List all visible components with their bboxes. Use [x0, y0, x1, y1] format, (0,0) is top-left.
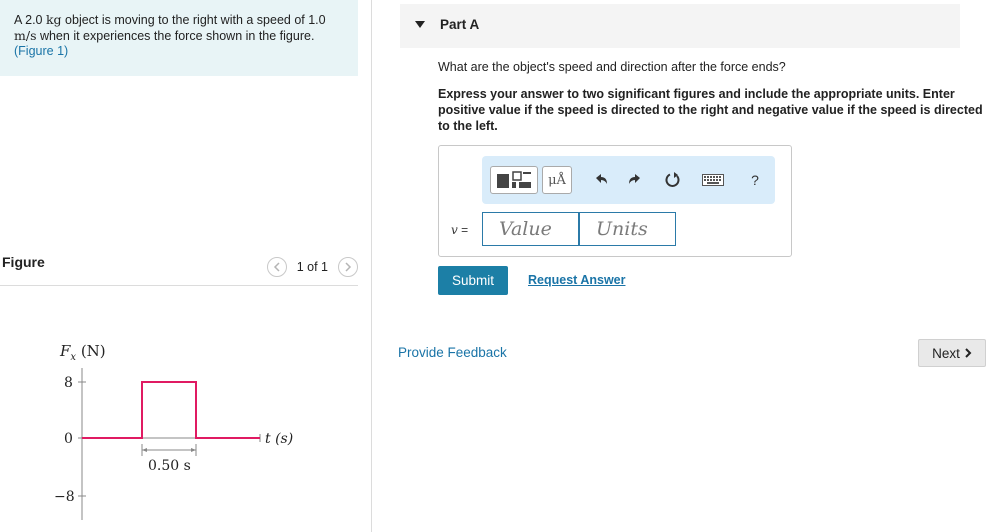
prev-figure-button[interactable] — [266, 257, 287, 277]
part-label: Part A — [440, 17, 480, 32]
reset-button[interactable] — [662, 166, 684, 194]
y-tick-label-neg8: −8 — [54, 489, 75, 505]
collapse-triangle-icon[interactable] — [415, 21, 425, 28]
figure-link[interactable]: (Figure 1) — [14, 44, 68, 58]
problem-text-mid: object is moving to the right with a spe… — [61, 13, 326, 27]
units-button[interactable]: μÅ — [542, 166, 572, 194]
instructions-text: Express your answer to two significant f… — [438, 87, 983, 133]
unit-kg: kg — [45, 12, 62, 27]
figure-header: Figure 1 of 1 — [0, 252, 358, 286]
variable-symbol: v — [451, 223, 458, 237]
chevron-left-icon — [273, 262, 280, 272]
part-a-header[interactable]: Part A — [400, 4, 960, 48]
problem-text-before: A 2.0 — [14, 13, 46, 27]
reset-icon — [665, 172, 680, 187]
undo-icon — [596, 174, 607, 184]
pager-text: 1 of 1 — [296, 260, 328, 274]
next-button[interactable]: Next — [918, 339, 986, 367]
variable-label: v = — [451, 223, 468, 237]
force-time-graph: Fx (N) 8 0 −8 t (s) 0.50 s — [54, 342, 293, 520]
provide-feedback-link[interactable]: Provide Feedback — [398, 345, 507, 360]
right-column: Part A What are the object's speed and d… — [372, 0, 1004, 532]
figure-pager: 1 of 1 — [266, 256, 358, 278]
request-answer-link[interactable]: Request Answer — [528, 273, 625, 287]
submit-button[interactable]: Submit — [438, 266, 508, 295]
templates-icon — [497, 171, 531, 188]
duration-arrow-right — [191, 448, 196, 452]
value-input[interactable] — [482, 212, 579, 246]
math-toolbar: μÅ ? — [482, 156, 775, 204]
force-pulse — [82, 381, 260, 439]
answer-box: μÅ ? v = — [438, 145, 792, 257]
y-tick-label-8: 8 — [64, 375, 73, 391]
keyboard-button[interactable] — [702, 166, 724, 194]
left-column: A 2.0 kg object is moving to the right w… — [0, 0, 372, 532]
problem-text-after: when it experiences the force shown in t… — [36, 29, 315, 43]
problem-statement: A 2.0 kg object is moving to the right w… — [0, 0, 358, 76]
undo-button[interactable] — [590, 166, 612, 194]
duration-arrow-left — [142, 448, 147, 452]
figure-title: Figure — [2, 254, 45, 270]
equals-sign: = — [457, 223, 469, 237]
redo-button[interactable] — [624, 166, 646, 194]
chevron-right-icon — [345, 262, 352, 272]
next-figure-button[interactable] — [338, 257, 358, 277]
units-input[interactable] — [579, 212, 676, 246]
next-label: Next — [932, 345, 960, 361]
templates-button[interactable] — [490, 166, 538, 194]
keyboard-icon — [702, 174, 724, 186]
duration-label: 0.50 s — [148, 458, 191, 474]
chevron-right-icon — [965, 348, 972, 358]
y-tick-label-0: 0 — [64, 431, 73, 447]
x-axis-label: t (s) — [265, 431, 293, 447]
y-axis-label: Fx (N) — [59, 342, 106, 363]
redo-icon — [629, 174, 640, 184]
help-button[interactable]: ? — [747, 166, 763, 194]
unit-speed: m/s — [14, 28, 37, 43]
question-text: What are the object's speed and directio… — [438, 60, 786, 74]
